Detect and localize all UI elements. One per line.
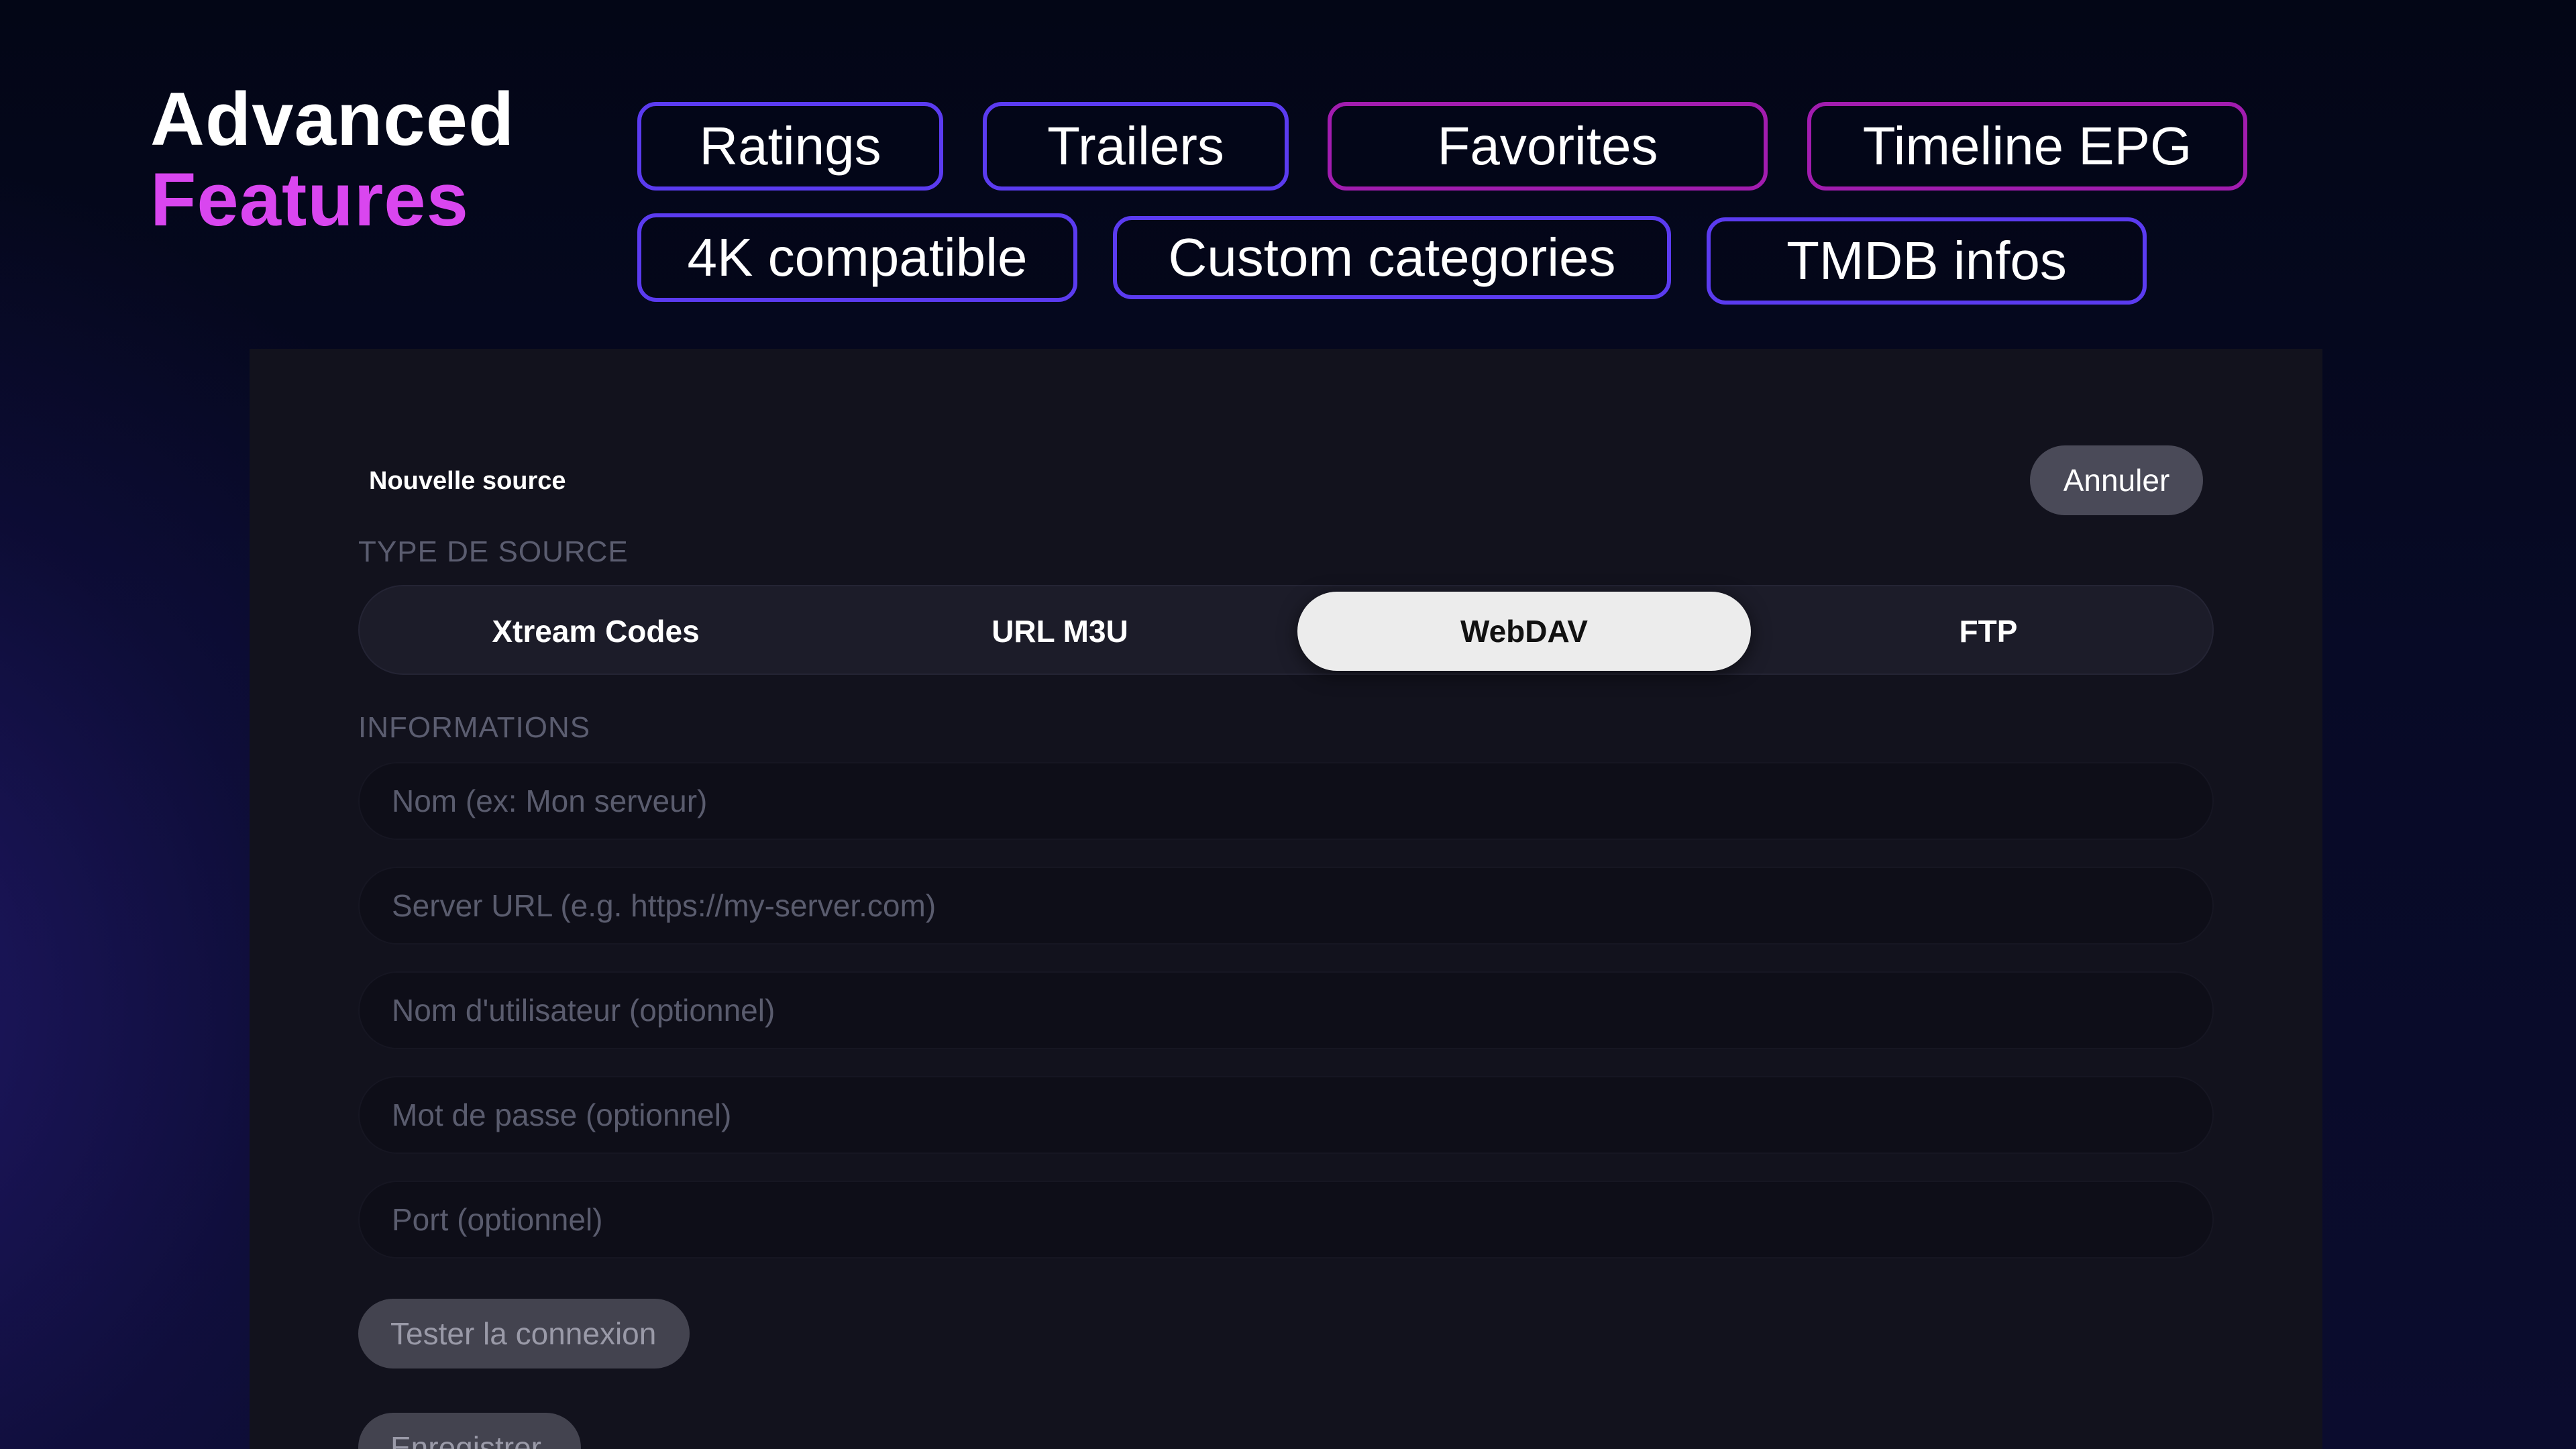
feature-chip-trailers: Trailers [983, 102, 1289, 191]
hero-title-line2: Features [150, 158, 469, 241]
hero-title-line1: Advanced [150, 77, 515, 161]
feature-chip-ratings: Ratings [637, 102, 943, 191]
feature-chip-custom-categories: Custom categories [1113, 216, 1671, 299]
panel-title: Nouvelle source [369, 467, 566, 495]
server-url-input[interactable] [358, 867, 2214, 945]
segment-ftp[interactable]: FTP [1762, 592, 2215, 671]
feature-chip-tmdb: TMDB infos [1707, 217, 2147, 305]
segment-url-m3u[interactable]: URL M3U [833, 592, 1287, 671]
feature-chip-favorites: Favorites [1328, 102, 1768, 191]
password-input[interactable] [358, 1076, 2214, 1154]
feature-chip-timeline-epg: Timeline EPG [1807, 102, 2247, 191]
source-type-label: TYPE DE SOURCE [358, 535, 629, 568]
informations-label: INFORMATIONS [358, 711, 591, 744]
username-input[interactable] [358, 971, 2214, 1049]
name-input[interactable] [358, 762, 2214, 840]
hero-title: Advanced Features [150, 79, 515, 240]
save-button[interactable]: Enregistrer [358, 1413, 581, 1449]
test-connection-button[interactable]: Tester la connexion [358, 1299, 690, 1368]
new-source-panel: Nouvelle source Annuler TYPE DE SOURCE X… [250, 349, 2322, 1449]
feature-chip-4k: 4K compatible [637, 213, 1077, 302]
cancel-button[interactable]: Annuler [2030, 445, 2203, 515]
segment-xtream-codes[interactable]: Xtream Codes [369, 592, 822, 671]
segment-webdav[interactable]: WebDAV [1297, 592, 1751, 671]
source-type-selector: Xtream Codes URL M3U WebDAV FTP [358, 585, 2214, 675]
port-input[interactable] [358, 1181, 2214, 1258]
